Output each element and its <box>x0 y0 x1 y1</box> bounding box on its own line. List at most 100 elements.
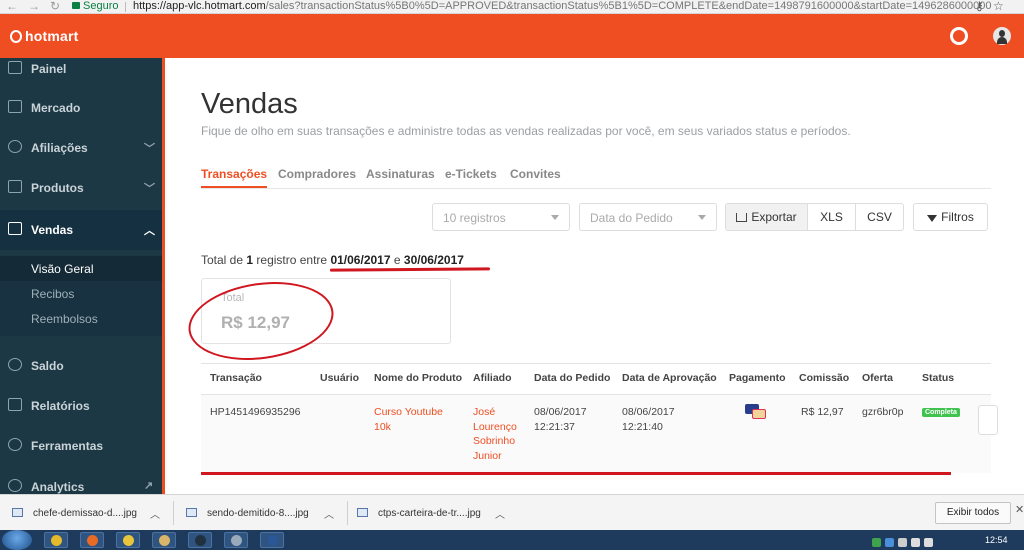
annotation-row-underline <box>201 472 951 475</box>
back-icon[interactable]: ← <box>6 0 18 13</box>
close-icon[interactable]: ✕ <box>1015 503 1024 516</box>
col-header[interactable]: Transação <box>210 372 262 384</box>
tab-assinaturas[interactable]: Assinaturas <box>366 167 435 181</box>
system-tray <box>872 534 937 547</box>
sidebar-subitem-recibos[interactable]: Recibos <box>0 281 162 306</box>
sidebar-item-afiliacoes[interactable]: Afiliações ﹀ <box>0 128 162 168</box>
taskbar-app-notes[interactable] <box>224 532 248 548</box>
col-header[interactable]: Pagamento <box>729 372 786 384</box>
tray-icon[interactable] <box>898 538 907 547</box>
per-page-select[interactable]: 10 registros <box>432 203 570 231</box>
downloads-bar: chefe-demissao-d....jpg ︿ sendo-demitido… <box>0 494 1024 530</box>
export-button-group: Exportar XLS CSV <box>725 203 904 231</box>
page-title: Vendas <box>201 88 298 120</box>
date-field-select[interactable]: Data do Pedido <box>579 203 717 231</box>
col-header[interactable]: Status <box>922 372 954 384</box>
sidebar-subitem-reembolsos[interactable]: Reembolsos <box>0 306 162 331</box>
taskbar: 12:54 <box>0 530 1024 550</box>
app-header: hotmart <box>0 14 1024 58</box>
export-button[interactable]: Exportar <box>726 204 807 230</box>
xls-button[interactable]: XLS <box>807 204 855 230</box>
taskbar-app-explorer[interactable] <box>152 532 176 548</box>
sidebar-subitem-visao-geral[interactable]: Visão Geral <box>0 256 162 281</box>
col-header[interactable]: Data do Pedido <box>534 372 610 384</box>
taskbar-app-browser[interactable] <box>188 532 212 548</box>
records-summary: Total de 1 registro entre 01/06/2017 e 3… <box>201 253 464 267</box>
filter-icon <box>927 215 938 222</box>
tab-convites[interactable]: Convites <box>510 167 561 181</box>
order-date: 08/06/2017 12:21:37 <box>534 406 587 433</box>
caret-down-icon <box>698 215 706 220</box>
row-action-button[interactable] <box>978 405 998 435</box>
download-item[interactable]: ctps-carteira-de-tr....jpg ︿ <box>357 507 505 521</box>
image-file-icon <box>357 508 368 517</box>
taskbar-app-media[interactable] <box>116 532 140 548</box>
reload-icon[interactable]: ↻ <box>50 0 60 13</box>
sidebar-item-analytics[interactable]: Analytics ↗ <box>0 467 162 494</box>
tray-icon[interactable] <box>885 538 894 547</box>
sidebar-item-painel[interactable]: Painel <box>0 58 162 89</box>
affiliates-icon <box>8 140 22 153</box>
tab-etickets[interactable]: e-Tickets <box>445 167 497 181</box>
sidebar-item-mercado[interactable]: Mercado <box>0 88 162 128</box>
show-all-downloads-button[interactable]: Exibir todos <box>935 502 1011 524</box>
key-icon[interactable]: ⚷ <box>975 0 984 13</box>
dollar-icon <box>8 358 22 371</box>
caret-down-icon <box>551 215 559 220</box>
commission: R$ 12,97 <box>801 406 844 418</box>
clock: 12:54 <box>985 535 1008 545</box>
approval-date: 08/06/2017 12:21:40 <box>622 406 675 433</box>
col-header[interactable]: Data de Aprovação <box>622 372 717 384</box>
transaction-id[interactable]: HP1451496935296 <box>210 405 301 420</box>
image-file-icon <box>186 508 197 517</box>
products-icon <box>8 180 22 193</box>
volume-icon[interactable] <box>924 538 933 547</box>
chevron-down-icon: ﹀ <box>144 183 155 195</box>
taskbar-app-firefox[interactable] <box>80 532 104 548</box>
col-header[interactable]: Comissão <box>799 372 849 384</box>
network-icon[interactable] <box>911 538 920 547</box>
chevron-up-icon[interactable]: ︿ <box>495 506 505 521</box>
chevron-up-icon: ︿ <box>144 225 155 237</box>
download-item[interactable]: chefe-demissao-d....jpg ︿ <box>12 507 160 521</box>
credit-card-icon <box>745 404 767 420</box>
taskbar-app-word[interactable] <box>260 532 284 548</box>
tab-transacoes[interactable]: Transações <box>201 167 268 188</box>
sidebar-item-vendas[interactable]: Vendas ︿ <box>0 210 162 250</box>
sidebar-item-saldo[interactable]: Saldo <box>0 346 162 386</box>
affiliate-name[interactable]: José Lourenço Sobrinho Junior <box>473 405 517 463</box>
status-badge: Completa <box>922 408 960 417</box>
dashboard-icon <box>8 61 22 74</box>
start-button[interactable] <box>2 530 32 550</box>
taskbar-app-chrome[interactable] <box>44 532 68 548</box>
tray-icon[interactable] <box>872 538 881 547</box>
chevron-up-icon[interactable]: ︿ <box>150 506 160 521</box>
vendas-submenu: Visão Geral Recibos Reembolsos <box>0 256 162 336</box>
page-subtitle: Fique de olho em suas transações e admin… <box>201 124 851 138</box>
star-icon[interactable]: ☆ <box>993 0 1004 13</box>
sidebar-item-relatorios[interactable]: Relatórios <box>0 386 162 426</box>
external-link-icon: ↗ <box>144 480 154 492</box>
filters-button[interactable]: Filtros <box>913 203 988 231</box>
col-header[interactable]: Nome do Produto <box>374 372 462 384</box>
forward-icon[interactable]: → <box>28 0 40 13</box>
tab-compradores[interactable]: Compradores <box>278 167 356 181</box>
sidebar-item-ferramentas[interactable]: Ferramentas <box>0 426 162 466</box>
hotmart-logo[interactable]: hotmart <box>10 28 79 44</box>
download-item[interactable]: sendo-demitido-8....jpg ︿ <box>186 507 334 521</box>
cart-icon <box>8 222 22 235</box>
col-header[interactable]: Usuário <box>320 372 359 384</box>
notifications-icon[interactable] <box>950 27 968 45</box>
market-icon <box>8 100 22 113</box>
chevron-up-icon[interactable]: ︿ <box>324 506 334 521</box>
annotation-underline <box>329 267 491 272</box>
col-header[interactable]: Oferta <box>862 372 893 384</box>
col-header[interactable]: Afiliado <box>473 372 512 384</box>
csv-button[interactable]: CSV <box>855 204 903 230</box>
sidebar-item-produtos[interactable]: Produtos ﹀ <box>0 168 162 208</box>
secure-indicator[interactable]: Seguro <box>72 0 118 13</box>
browser-address-bar: ← → ↻ Seguro https://app-vlc.hotmart.com… <box>0 0 1024 14</box>
avatar[interactable] <box>993 27 1011 45</box>
product-name[interactable]: Curso Youtube 10k <box>374 405 443 434</box>
url-field[interactable]: https://app-vlc.hotmart.com/sales?transa… <box>133 0 992 13</box>
